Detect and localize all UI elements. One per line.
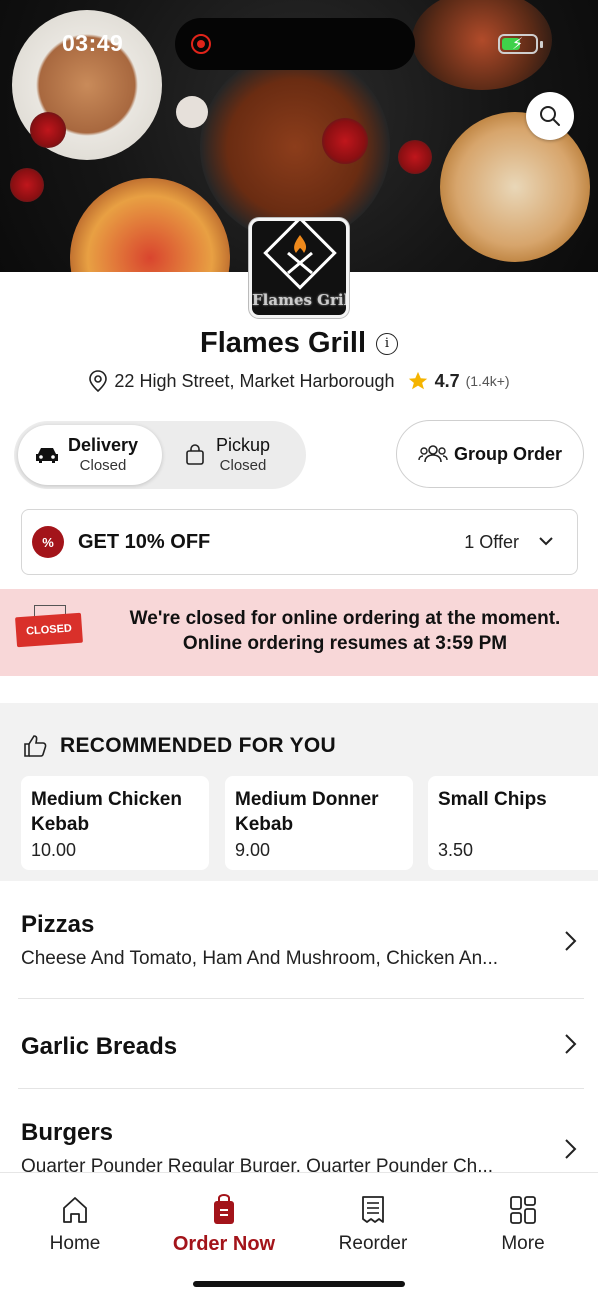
offer-bar[interactable]: % GET 10% OFF 1 Offer (21, 509, 578, 575)
closed-sign-icon: CLOSED (15, 612, 83, 648)
chevron-right-icon (565, 931, 577, 951)
recommended-header: RECOMMENDED FOR YOU (22, 733, 336, 759)
receipt-icon (362, 1196, 384, 1223)
restaurant-logo: Flames Grill (249, 218, 349, 318)
nav-order-now[interactable]: Order Now (164, 1193, 284, 1256)
recommended-item-price: 9.00 (235, 840, 271, 860)
address-row: 22 High Street, Market Harborough 4.7 (1… (0, 370, 598, 392)
star-icon (408, 371, 427, 390)
pickup-label: Pickup (216, 435, 271, 456)
recommended-item-price: 10.00 (31, 840, 77, 860)
grid-icon (510, 1196, 536, 1224)
food-plate-image (70, 178, 230, 272)
offer-title: GET 10% OFF (78, 530, 211, 553)
thumbs-up-icon (24, 735, 47, 757)
nav-home[interactable]: Home (15, 1193, 135, 1255)
chevron-right-icon (565, 1139, 577, 1159)
delivery-label: Delivery (68, 435, 139, 456)
food-plate-image (440, 112, 590, 262)
nav-more-label: More (501, 1233, 545, 1254)
delivery-status: Closed (79, 456, 127, 474)
recommended-section: RECOMMENDED FOR YOU Medium Chicken Kebab… (0, 703, 598, 881)
nav-order-now-label: Order Now (172, 1233, 276, 1255)
search-icon (540, 106, 560, 126)
restaurant-address: 22 High Street, Market Harborough (114, 370, 395, 391)
offer-count: 1 Offer (464, 532, 519, 552)
chevron-right-icon (565, 1034, 577, 1054)
location-pin-icon (89, 370, 108, 392)
restaurant-name: Flames Grill (199, 327, 366, 359)
recommended-item-name: Medium Donner Kebab (235, 789, 379, 835)
group-users-icon (418, 445, 448, 463)
category-row-pizzas[interactable]: Pizzas Cheese And Tomato, Ham And Mushro… (0, 881, 598, 999)
order-bag-icon (214, 1194, 234, 1224)
category-title: Garlic Breads (21, 1033, 178, 1060)
sauce-bowl-image (322, 118, 368, 164)
closed-message-line2: Online ordering resumes at 3:59 PM (182, 632, 508, 654)
category-description: Quarter Pounder Regular Burger, Quarter … (21, 1156, 494, 1172)
recommended-item-name: Medium Chicken Kebab (31, 789, 182, 835)
sauce-bowl-image (398, 140, 432, 174)
group-order-label: Group Order (453, 443, 562, 464)
battery-icon: ⚡ (498, 34, 543, 54)
recommended-item-card[interactable]: Small Chips 3.50 (428, 776, 598, 870)
search-button[interactable] (526, 92, 574, 140)
dynamic-island (175, 18, 415, 70)
category-row-garlic-breads[interactable]: Garlic Breads (0, 999, 598, 1089)
closed-message: We're closed for online ordering at the … (100, 607, 590, 656)
recommended-item-price: 3.50 (438, 840, 474, 860)
category-title: Pizzas (21, 911, 95, 938)
rating-count: (1.4k+) (465, 373, 510, 389)
status-time: 03:49 (62, 30, 124, 56)
category-title: Burgers (21, 1119, 114, 1146)
pickup-option[interactable]: Pickup Closed (182, 425, 300, 485)
delivery-option[interactable]: Delivery Closed (18, 425, 162, 485)
order-mode-toggle: Delivery Closed Pickup Closed (14, 421, 306, 489)
info-icon[interactable]: i (376, 332, 398, 355)
chevron-down-icon (539, 537, 553, 546)
recommended-item-card[interactable]: Medium Donner Kebab 9.00 (225, 776, 413, 870)
logo-text: Flames Grill (252, 291, 349, 309)
garlic-image (176, 96, 208, 128)
restaurant-name-row: Flames Grill i (0, 327, 598, 360)
home-icon (63, 1197, 87, 1223)
nav-home-label: Home (49, 1233, 101, 1254)
pickup-status: Closed (219, 456, 267, 474)
rating-value: 4.7 (434, 370, 460, 391)
sauce-bowl-image (30, 112, 66, 148)
car-icon (36, 448, 58, 463)
closed-banner: CLOSED We're closed for online ordering … (0, 589, 598, 676)
nav-reorder-label: Reorder (338, 1233, 408, 1254)
recommended-item-name: Small Chips (438, 789, 547, 810)
shopping-bag-icon (186, 444, 204, 465)
flame-utensils-icon (287, 235, 313, 275)
nav-reorder[interactable]: Reorder (313, 1193, 433, 1255)
discount-badge-icon: % (32, 526, 64, 558)
closed-message-line1: We're closed for online ordering at the … (129, 608, 561, 629)
category-description: Cheese And Tomato, Ham And Mushroom, Chi… (21, 948, 499, 969)
sauce-bowl-image (10, 168, 44, 202)
recording-icon (191, 34, 211, 54)
group-order-button[interactable]: Group Order (396, 420, 584, 488)
home-indicator (193, 1281, 405, 1287)
nav-more[interactable]: More (463, 1193, 583, 1255)
recommended-item-card[interactable]: Medium Chicken Kebab 10.00 (21, 776, 209, 870)
category-row-burgers[interactable]: Burgers Quarter Pounder Regular Burger, … (0, 1089, 598, 1172)
recommended-title: RECOMMENDED FOR YOU (60, 734, 336, 757)
